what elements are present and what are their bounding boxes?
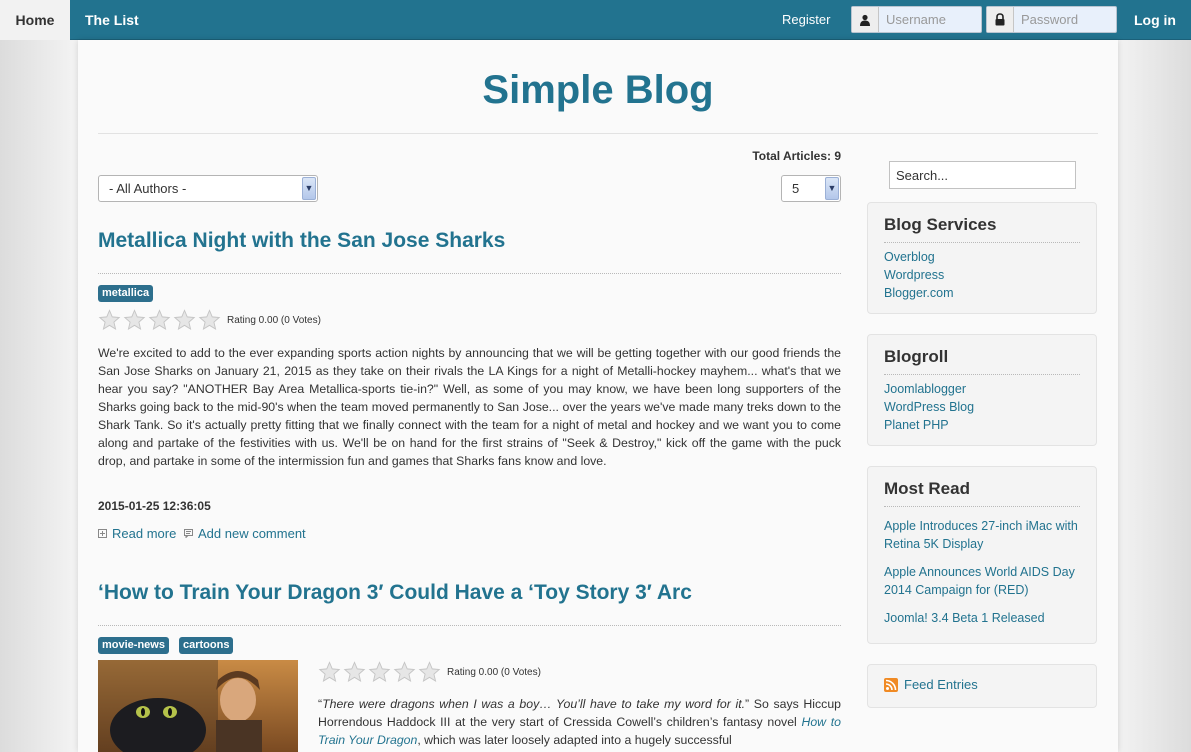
most-read-module: Most Read Apple Introduces 27-inch iMac …: [867, 466, 1097, 644]
sidebar-link-planet-php[interactable]: Planet PHP: [884, 416, 974, 434]
article-divider: [98, 625, 841, 626]
blogroll-list: Joomlablogger WordPress Blog Planet PHP: [884, 380, 974, 434]
star-rating[interactable]: Rating 0.00 (0 Votes): [318, 661, 541, 683]
author-select[interactable]: - All Authors - ▼: [98, 175, 318, 202]
star-icon[interactable]: [318, 661, 341, 683]
article-title[interactable]: Metallica Night with the San Jose Sharks: [98, 229, 505, 253]
read-more-label: Read more: [112, 526, 177, 541]
most-read-item[interactable]: Apple Introduces 27-inch iMac with Retin…: [884, 517, 1080, 553]
plus-box-icon: [98, 529, 107, 538]
sidebar-link-joomlablogger[interactable]: Joomlablogger: [884, 380, 974, 398]
total-articles: Total Articles: 9: [752, 149, 841, 163]
star-icon[interactable]: [368, 661, 391, 683]
blog-services-module: Blog Services Overblog Wordpress Blogger…: [867, 202, 1097, 314]
rating-text: Rating 0.00 (0 Votes): [447, 666, 541, 678]
nav-home-link[interactable]: Home: [0, 0, 70, 40]
most-read-list: Apple Introduces 27-inch iMac with Retin…: [884, 517, 1080, 637]
sidebar-link-wordpress-blog[interactable]: WordPress Blog: [884, 398, 974, 416]
sidebar-link-blogger[interactable]: Blogger.com: [884, 284, 953, 302]
star-icon[interactable]: [418, 661, 441, 683]
user-icon: [852, 7, 879, 32]
username-input[interactable]: [880, 7, 980, 32]
article-body-end: , which was later loosely adapted into a…: [417, 733, 732, 747]
most-read-item[interactable]: Apple Announces World AIDS Day 2014 Camp…: [884, 563, 1080, 599]
article-thumbnail[interactable]: [98, 660, 298, 752]
module-title: Blogroll: [884, 347, 1080, 375]
feed-entries-link[interactable]: Feed Entries: [884, 677, 978, 692]
star-icon[interactable]: [123, 309, 146, 331]
nav-the-list-link[interactable]: The List: [85, 0, 139, 40]
feed-module: Feed Entries: [867, 664, 1097, 708]
article-title[interactable]: ‘How to Train Your Dragon 3′ Could Have …: [98, 581, 692, 605]
star-icon[interactable]: [148, 309, 171, 331]
top-navbar: Home The List Register Log in: [0, 0, 1191, 40]
feed-entries-label: Feed Entries: [904, 677, 978, 692]
article-date: 2015-01-25 12:36:05: [98, 499, 211, 513]
search-input[interactable]: [889, 161, 1076, 189]
blog-services-list: Overblog Wordpress Blogger.com: [884, 248, 953, 302]
read-more-link[interactable]: Read more: [98, 526, 176, 541]
article-body: “There were dragons when I was a boy… Yo…: [318, 695, 841, 749]
blogroll-module: Blogroll Joomlablogger WordPress Blog Pl…: [867, 334, 1097, 446]
chevron-down-icon: ▼: [302, 177, 316, 200]
most-read-item[interactable]: Joomla! 3.4 Beta 1 Released: [884, 609, 1080, 627]
page-container: Simple Blog Total Articles: 9 - All Auth…: [78, 40, 1118, 752]
per-page-select[interactable]: 5 ▼: [781, 175, 841, 202]
comment-icon: [184, 529, 193, 538]
header-divider: [98, 133, 1098, 134]
password-field-wrapper: [986, 6, 1117, 33]
login-button[interactable]: Log in: [1134, 0, 1176, 40]
star-icon[interactable]: [98, 309, 121, 331]
password-input[interactable]: [1015, 7, 1115, 32]
rss-icon: [884, 677, 898, 692]
sidebar-link-wordpress[interactable]: Wordpress: [884, 266, 953, 284]
rating-text: Rating 0.00 (0 Votes): [227, 314, 321, 326]
star-icon[interactable]: [198, 309, 221, 331]
star-icon[interactable]: [173, 309, 196, 331]
register-link[interactable]: Register: [782, 0, 830, 40]
article-quote: There were dragons when I was a boy… You…: [322, 697, 746, 711]
username-field-wrapper: [851, 6, 982, 33]
add-comment-link[interactable]: Add new comment: [184, 526, 306, 541]
add-comment-label: Add new comment: [198, 526, 306, 541]
site-title[interactable]: Simple Blog: [78, 68, 1118, 113]
per-page-select-value: 5: [792, 181, 800, 196]
star-icon[interactable]: [393, 661, 416, 683]
star-rating[interactable]: Rating 0.00 (0 Votes): [98, 309, 321, 331]
sidebar-link-overblog[interactable]: Overblog: [884, 248, 953, 266]
lock-icon: [987, 7, 1014, 32]
chevron-down-icon: ▼: [825, 177, 839, 200]
article-body: We're excited to add to the ever expandi…: [98, 346, 841, 468]
author-select-value: - All Authors -: [109, 181, 187, 196]
article-tag[interactable]: metallica: [98, 285, 154, 302]
article-divider: [98, 273, 841, 274]
star-icon[interactable]: [343, 661, 366, 683]
article-tag[interactable]: cartoons: [179, 637, 234, 654]
module-title: Blog Services: [884, 215, 1080, 243]
article-tag[interactable]: movie-news: [98, 637, 169, 654]
module-title: Most Read: [884, 479, 1080, 507]
